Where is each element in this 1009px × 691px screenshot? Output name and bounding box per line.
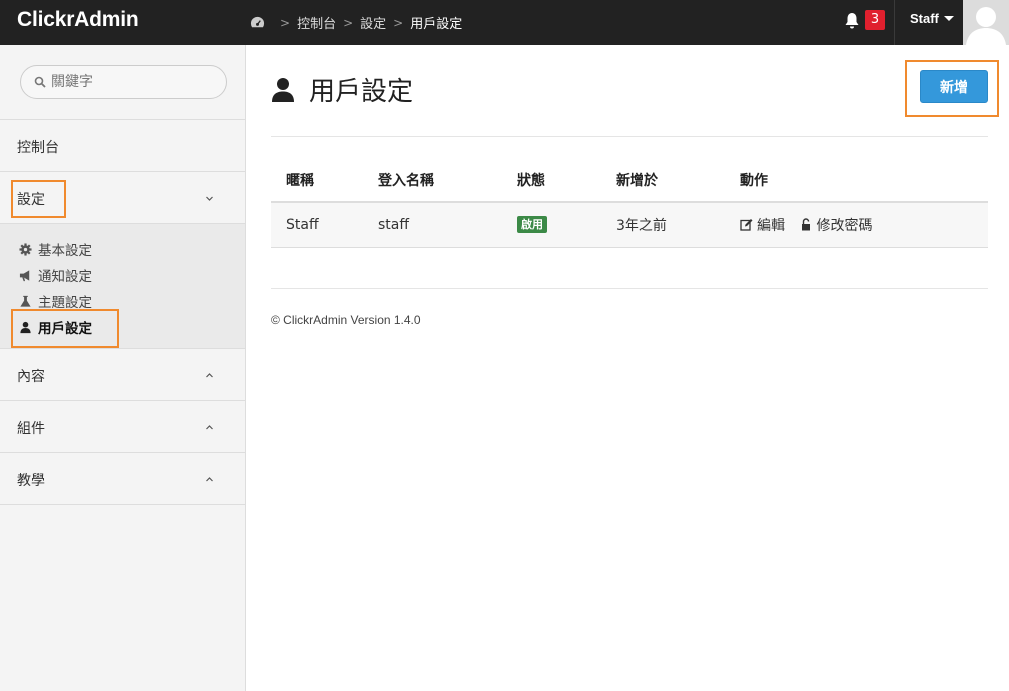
flask-icon — [20, 295, 31, 307]
column-header-created[interactable]: 新增於 — [601, 158, 725, 203]
gear-icon — [19, 242, 32, 256]
submenu-item-notification-settings[interactable]: 通知設定 — [0, 262, 245, 288]
page-title: 用戶設定 — [271, 71, 413, 108]
submenu-item-label: 通知設定 — [38, 269, 92, 285]
submenu-item-label: 基本設定 — [38, 243, 92, 259]
chevron-up-icon — [206, 425, 213, 430]
breadcrumb-item-settings[interactable]: 設定 — [360, 13, 386, 32]
cell-login-name: staff — [363, 202, 502, 248]
chevron-down-icon — [206, 196, 213, 201]
navbar-divider — [894, 0, 895, 45]
cell-created: 3年之前 — [601, 202, 725, 248]
search-icon — [34, 76, 46, 88]
divider — [271, 136, 988, 137]
breadcrumb-separator: > — [280, 15, 291, 30]
submenu-item-label: 主題設定 — [38, 295, 92, 311]
change-password-label: 修改密碼 — [816, 217, 873, 234]
edit-label: 編輯 — [757, 217, 785, 234]
footer-version: © ClickrAdmin Version 1.4.0 — [271, 313, 421, 327]
sidebar-item-settings[interactable]: 設定 — [0, 172, 245, 224]
sidebar-item-label: 設定 — [17, 192, 45, 208]
submenu-item-theme-settings[interactable]: 主題設定 — [0, 288, 245, 314]
avatar[interactable] — [963, 0, 1009, 45]
breadcrumb-separator: > — [343, 15, 354, 30]
notification-count-badge[interactable]: 3 — [865, 10, 885, 30]
divider — [271, 288, 988, 289]
column-header-login-name[interactable]: 登入名稱 — [363, 158, 502, 203]
cell-status: 啟用 — [502, 202, 601, 248]
sidebar-item-label: 控制台 — [17, 140, 59, 156]
chevron-up-icon — [206, 477, 213, 482]
sidebar-item-label: 教學 — [17, 473, 45, 489]
table-row: Staff staff 啟用 3年之前 編輯 修改密碼 — [271, 202, 988, 248]
table-header-row: 暱稱 登入名稱 狀態 新增於 動作 — [271, 158, 988, 203]
user-menu-toggle[interactable]: Staff — [910, 11, 954, 26]
caret-down-icon — [943, 16, 954, 21]
sidebar-item-components[interactable]: 組件 — [0, 401, 245, 453]
add-user-button[interactable]: 新增 — [920, 70, 988, 103]
status-badge: 啟用 — [517, 216, 547, 234]
sidebar-item-label: 組件 — [17, 421, 45, 437]
sidebar-item-tutorials[interactable]: 教學 — [0, 453, 245, 505]
top-navbar: ClickrAdmin > 控制台 > 設定 > 用戶設定 3 Staff — [0, 0, 1009, 45]
unlock-icon — [802, 218, 811, 231]
dashboard-icon[interactable] — [250, 15, 265, 30]
sidebar-item-content[interactable]: 內容 — [0, 349, 245, 401]
column-header-status[interactable]: 狀態 — [502, 158, 601, 203]
user-avatar-icon — [963, 0, 1009, 45]
search-input[interactable] — [20, 65, 227, 99]
brand-logo[interactable]: ClickrAdmin — [17, 8, 139, 32]
edit-icon — [740, 219, 753, 231]
submenu-item-label: 用戶設定 — [38, 321, 92, 337]
submenu-item-user-settings[interactable]: 用戶設定 — [0, 314, 245, 340]
breadcrumb-separator: > — [393, 15, 404, 30]
breadcrumb: > 控制台 > 設定 > 用戶設定 — [250, 13, 462, 32]
cell-actions: 編輯 修改密碼 — [725, 202, 988, 248]
edit-button[interactable]: 編輯 — [740, 215, 785, 235]
user-icon — [20, 321, 31, 333]
chevron-up-icon — [206, 373, 213, 378]
sidebar-item-label: 內容 — [17, 369, 45, 385]
bell-icon[interactable] — [844, 12, 860, 30]
submenu-item-basic-settings[interactable]: 基本設定 — [0, 236, 245, 262]
breadcrumb-item-current: 用戶設定 — [410, 17, 463, 32]
column-header-nickname[interactable]: 暱稱 — [271, 158, 363, 203]
user-icon — [272, 77, 294, 102]
sidebar-item-dashboard[interactable]: 控制台 — [0, 120, 245, 172]
change-password-button[interactable]: 修改密碼 — [801, 215, 872, 235]
cell-nickname: Staff — [271, 202, 363, 248]
search-section — [0, 45, 245, 120]
breadcrumb-item-dashboard[interactable]: 控制台 — [297, 13, 336, 32]
users-table: 暱稱 登入名稱 狀態 新增於 動作 Staff staff 啟用 3年之前 編輯… — [271, 158, 988, 248]
megaphone-icon — [19, 269, 30, 281]
settings-submenu: 基本設定 通知設定 主題設定 用戶設定 — [0, 224, 245, 349]
user-name: Staff — [910, 11, 939, 26]
page-title-text: 用戶設定 — [309, 77, 414, 107]
sidebar: 控制台 設定 基本設定 通知設定 — [0, 45, 246, 691]
column-header-actions: 動作 — [725, 158, 988, 203]
